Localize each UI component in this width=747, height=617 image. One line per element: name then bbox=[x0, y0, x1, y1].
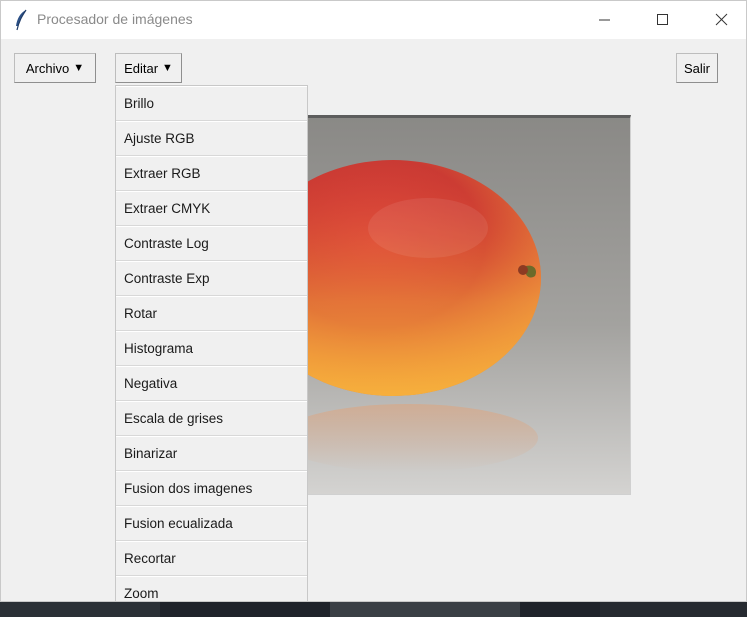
archivo-menu-button[interactable]: Archivo ▼ bbox=[14, 53, 96, 83]
menu-item-escala-de-grises[interactable]: Escala de grises bbox=[116, 401, 307, 436]
title-bar: Procesador de imágenes bbox=[1, 1, 746, 39]
image-canvas bbox=[297, 115, 631, 495]
archivo-label: Archivo bbox=[25, 60, 70, 76]
caret-down-icon: ▼ bbox=[73, 62, 85, 74]
minimize-icon bbox=[599, 19, 610, 21]
minimize-button[interactable] bbox=[581, 1, 627, 39]
salir-label: Salir bbox=[683, 60, 710, 76]
menu-item-rotar[interactable]: Rotar bbox=[116, 296, 307, 331]
menu-item-negativa[interactable]: Negativa bbox=[116, 366, 307, 401]
salir-button[interactable]: Salir bbox=[676, 53, 718, 83]
editar-menu-button[interactable]: Editar ▼ bbox=[115, 53, 182, 83]
menu-item-histograma[interactable]: Histograma bbox=[116, 331, 307, 366]
menu-item-brillo[interactable]: Brillo bbox=[116, 86, 307, 121]
menu-item-contraste-exp[interactable]: Contraste Exp bbox=[116, 261, 307, 296]
mango-image bbox=[298, 118, 630, 494]
caret-down-icon: ▼ bbox=[162, 62, 173, 74]
feather-icon bbox=[16, 9, 27, 31]
maximize-icon bbox=[657, 14, 668, 25]
menu-item-extraer-cmyk[interactable]: Extraer CMYK bbox=[116, 191, 307, 226]
app-window: Procesador de imágenes Archivo ▼ Editar … bbox=[0, 0, 747, 602]
menu-item-recortar[interactable]: Recortar bbox=[116, 541, 307, 576]
menu-item-zoom[interactable]: Zoom bbox=[116, 576, 307, 601]
menu-item-fusion-dos-imagenes[interactable]: Fusion dos imagenes bbox=[116, 471, 307, 506]
menu-item-contraste-log[interactable]: Contraste Log bbox=[116, 226, 307, 261]
menu-item-ajuste-rgb[interactable]: Ajuste RGB bbox=[116, 121, 307, 156]
maximize-button[interactable] bbox=[638, 1, 684, 39]
close-icon bbox=[715, 13, 728, 26]
menu-item-extraer-rgb[interactable]: Extraer RGB bbox=[116, 156, 307, 191]
window-title: Procesador de imágenes bbox=[37, 11, 193, 27]
menu-item-fusion-ecualizada[interactable]: Fusion ecualizada bbox=[116, 506, 307, 541]
editar-dropdown-menu: Brillo Ajuste RGB Extraer RGB Extraer CM… bbox=[115, 85, 308, 601]
menu-item-binarizar[interactable]: Binarizar bbox=[116, 436, 307, 471]
desktop-background bbox=[0, 602, 747, 617]
close-button[interactable] bbox=[699, 1, 745, 39]
editar-label: Editar bbox=[124, 60, 159, 76]
